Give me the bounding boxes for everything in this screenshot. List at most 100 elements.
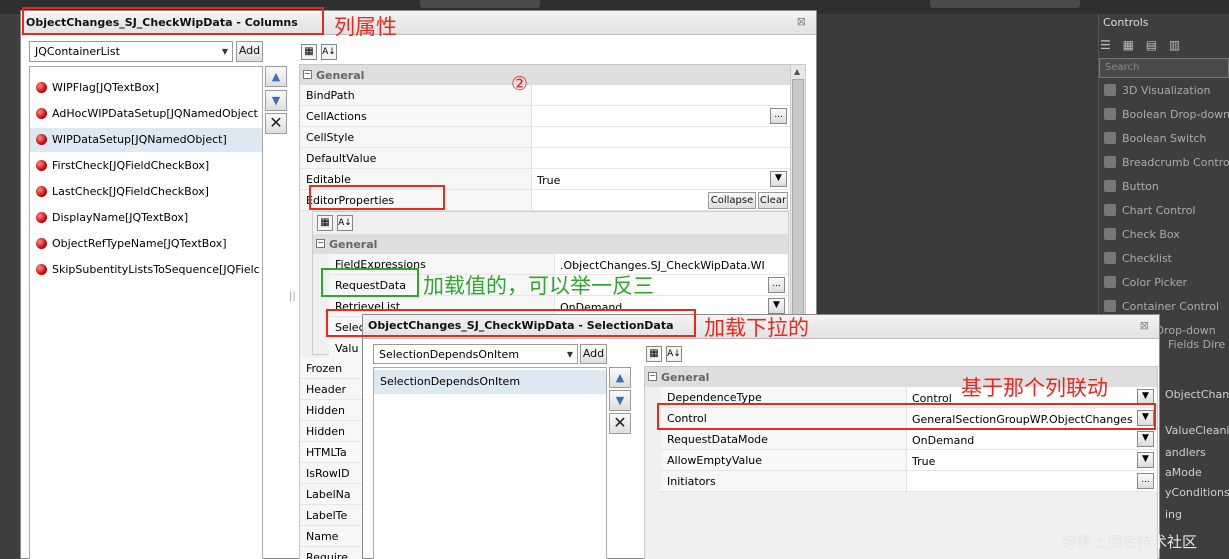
selection-property-row[interactable]: AllowEmptyValue True ▼ bbox=[661, 450, 1157, 471]
collapse-icon: − bbox=[316, 238, 325, 248]
splitter-grip[interactable]: || bbox=[289, 291, 296, 302]
move-up-button[interactable]: ▲ bbox=[265, 66, 287, 87]
ellipsis-button[interactable]: ... bbox=[1137, 473, 1154, 489]
property-value[interactable] bbox=[533, 127, 751, 147]
control-item-label: Breadcrumb Control bbox=[1122, 156, 1229, 169]
controls-search-input[interactable]: Search bbox=[1099, 58, 1229, 78]
background-left-pane bbox=[0, 14, 20, 559]
clear-button[interactable]: Clear bbox=[758, 192, 788, 209]
column-status-icon bbox=[36, 160, 47, 171]
property-value[interactable] bbox=[533, 106, 751, 126]
controls-list-item[interactable]: Checklist bbox=[1104, 252, 1229, 272]
control-item-label: Check Box bbox=[1122, 228, 1180, 241]
column-list-item[interactable]: AdHocWIPDataSetup[JQNamedObject bbox=[30, 102, 262, 126]
property-value[interactable]: OnDemand bbox=[908, 429, 1136, 449]
control-item-label: Button bbox=[1122, 180, 1159, 193]
column-item-label: DisplayName[JQTextBox] bbox=[52, 211, 189, 224]
panel-text-fragment: andlers bbox=[1165, 446, 1206, 459]
dropdown-button[interactable]: ▼ bbox=[1137, 431, 1154, 447]
panel-text-fragment: aMode bbox=[1165, 466, 1202, 479]
column-item-label: FirstCheck[JQFieldCheckBox] bbox=[52, 159, 210, 172]
property-value[interactable]: True bbox=[533, 169, 751, 189]
column-list-item[interactable]: WIPDataSetup[JQNamedObject] bbox=[30, 128, 262, 152]
control-icon bbox=[1104, 108, 1116, 120]
property-row[interactable]: CellStyle bbox=[300, 127, 790, 148]
property-value[interactable] bbox=[533, 148, 751, 168]
selection-items-list: SelectionDependsOnItem bbox=[373, 367, 607, 559]
control-icon bbox=[1104, 204, 1116, 216]
move-down-button[interactable]: ▼ bbox=[609, 390, 631, 411]
control-item-label: Boolean Switch bbox=[1122, 132, 1207, 145]
close-icon[interactable]: ⊠ bbox=[797, 15, 806, 28]
column-list-item[interactable]: DisplayName[JQTextBox] bbox=[30, 206, 262, 230]
control-item-label: Checklist bbox=[1122, 252, 1172, 265]
control-item-label: Chart Control bbox=[1122, 204, 1196, 217]
controls-list-item[interactable]: Check Box bbox=[1104, 228, 1229, 248]
controls-view-icons[interactable]: ☰ ▦ ▤ ▥ bbox=[1100, 38, 1229, 54]
arrow-up-icon: ▲ bbox=[615, 371, 625, 384]
annotation-control: 基于那个列联动 bbox=[961, 376, 1108, 400]
controls-list-item[interactable]: Boolean Switch bbox=[1104, 132, 1229, 152]
property-value[interactable] bbox=[908, 471, 1136, 491]
collapse-button[interactable]: Collapse bbox=[708, 192, 756, 209]
controls-panel-title: Controls bbox=[1103, 16, 1149, 29]
column-item-label: AdHocWIPDataSetup[JQNamedObject bbox=[52, 107, 258, 120]
selection-property-row[interactable]: RequestDataMode OnDemand ▼ bbox=[661, 429, 1157, 450]
controls-list-item[interactable]: Breadcrumb Control bbox=[1104, 156, 1229, 176]
control-row-highlight bbox=[657, 403, 1156, 430]
categorized-view-icon[interactable]: ▦ bbox=[317, 215, 333, 231]
collapse-icon: − bbox=[648, 371, 657, 381]
container-type-select[interactable]: JQContainerList ▼ bbox=[29, 41, 233, 62]
move-down-button[interactable]: ▼ bbox=[265, 90, 287, 111]
add-column-button[interactable]: Add bbox=[236, 41, 263, 62]
selection-title-highlight bbox=[326, 309, 696, 337]
selection-type-select[interactable]: SelectionDependsOnItem ▼ bbox=[373, 344, 578, 364]
controls-list-item[interactable]: Color Picker bbox=[1104, 276, 1229, 296]
alphabetical-sort-icon[interactable]: A↓ bbox=[666, 346, 682, 362]
controls-list-item[interactable]: Boolean Drop-down bbox=[1104, 108, 1229, 128]
move-up-button[interactable]: ▲ bbox=[609, 367, 631, 388]
selection-dialog: ObjectChanges_SJ_CheckWipData - Selectio… bbox=[362, 314, 1160, 559]
selection-property-row[interactable]: Initiators... bbox=[661, 471, 1157, 492]
panel-text-fragment: ing bbox=[1165, 508, 1183, 521]
ellipsis-button[interactable]: ... bbox=[770, 108, 787, 124]
selection-list-item[interactable]: SelectionDependsOnItem bbox=[374, 370, 606, 394]
property-row[interactable]: BindPath bbox=[300, 85, 790, 106]
column-list-item[interactable]: SkipSubentityListsToSequence[JQFielc bbox=[30, 258, 262, 282]
control-icon bbox=[1104, 180, 1116, 192]
dropdown-button[interactable]: ▼ bbox=[770, 171, 787, 187]
column-list-item[interactable]: FirstCheck[JQFieldCheckBox] bbox=[30, 154, 262, 178]
chevron-down-icon: ▼ bbox=[1142, 433, 1149, 443]
column-status-icon bbox=[36, 134, 47, 145]
column-list-item[interactable]: ObjectRefTypeName[JQTextBox] bbox=[30, 232, 262, 256]
ellipsis-button[interactable]: ... bbox=[768, 277, 785, 293]
delete-button[interactable]: ✕ bbox=[609, 413, 631, 434]
annotation-request-data: 加载值的，可以举一反三 bbox=[423, 274, 654, 298]
controls-list-item[interactable]: Button bbox=[1104, 180, 1229, 200]
category-general[interactable]: − General bbox=[300, 65, 805, 85]
scrollbar-thumb[interactable] bbox=[792, 79, 804, 339]
property-name: CellStyle bbox=[300, 127, 532, 147]
column-status-icon bbox=[36, 108, 47, 119]
panel-text-fragment: ValueCleanin bbox=[1165, 424, 1229, 437]
categorized-view-icon[interactable]: ▦ bbox=[646, 346, 662, 362]
column-list-item[interactable]: WIPFlag[JQTextBox] bbox=[30, 76, 262, 100]
property-value[interactable]: True bbox=[908, 450, 1136, 470]
delete-button[interactable]: ✕ bbox=[265, 113, 287, 134]
dropdown-button[interactable]: ▼ bbox=[1137, 452, 1154, 468]
property-row[interactable]: DefaultValue bbox=[300, 148, 790, 169]
request-data-highlight bbox=[321, 268, 419, 297]
nested-category-general[interactable]: − General bbox=[313, 234, 788, 254]
alphabetical-sort-icon[interactable]: A↓ bbox=[321, 44, 337, 60]
property-value[interactable] bbox=[533, 85, 751, 105]
controls-list-item[interactable]: Chart Control bbox=[1104, 204, 1229, 224]
close-icon[interactable]: ⊠ bbox=[1140, 319, 1149, 332]
add-selection-button[interactable]: Add bbox=[580, 344, 607, 364]
controls-list-item[interactable]: 3D Visualization bbox=[1104, 84, 1229, 104]
alphabetical-sort-icon[interactable]: A↓ bbox=[337, 215, 353, 231]
column-list-item[interactable]: LastCheck[JQFieldCheckBox] bbox=[30, 180, 262, 204]
column-status-icon bbox=[36, 212, 47, 223]
property-row[interactable]: CellActions... bbox=[300, 106, 790, 127]
arrow-down-icon: ▼ bbox=[615, 394, 625, 407]
categorized-view-icon[interactable]: ▦ bbox=[301, 44, 317, 60]
